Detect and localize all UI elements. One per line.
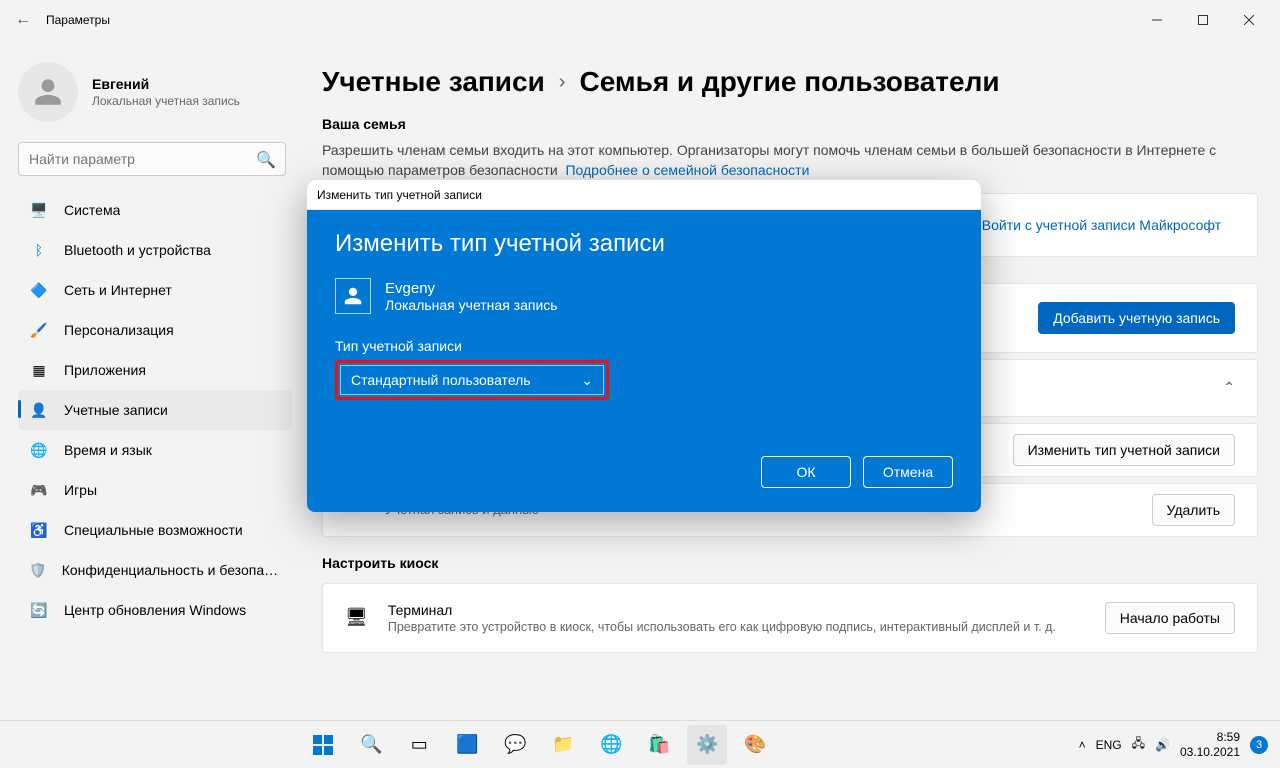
account-type-dropdown[interactable]: Стандартный пользователь ⌄	[340, 365, 604, 395]
time: 8:59	[1180, 730, 1240, 745]
user-avatar-icon	[18, 62, 78, 122]
maximize-button[interactable]	[1180, 5, 1226, 35]
shield-icon: 🛡️	[28, 561, 48, 579]
family-description: Разрешить членам семьи входить на этот к…	[322, 140, 1258, 181]
apps-icon: ▦	[28, 361, 50, 379]
sidebar: Евгений Локальная учетная запись 🔍 🖥️Сис…	[0, 40, 300, 720]
app-icon[interactable]: 🎨	[735, 725, 775, 765]
close-button[interactable]	[1226, 5, 1272, 35]
kiosk-start-button[interactable]: Начало работы	[1105, 602, 1235, 634]
network-icon: 🔷	[28, 281, 50, 299]
window-title: Параметры	[46, 13, 110, 27]
accessibility-icon: ♿	[28, 521, 50, 539]
sidebar-item-network[interactable]: 🔷Сеть и Интернет	[18, 270, 292, 310]
breadcrumb-parent[interactable]: Учетные записи	[322, 66, 545, 98]
language-indicator[interactable]: ENG	[1096, 738, 1122, 752]
kiosk-description: Превратите это устройство в киоск, чтобы…	[388, 620, 1105, 634]
sidebar-item-time-language[interactable]: 🌐Время и язык	[18, 430, 292, 470]
window-titlebar: ← Параметры	[0, 0, 1280, 40]
explorer-icon[interactable]: 📁	[543, 725, 583, 765]
date: 03.10.2021	[1180, 745, 1240, 760]
change-account-type-dialog: Изменить тип учетной записи Изменить тип…	[307, 180, 981, 512]
profile-block[interactable]: Евгений Локальная учетная запись	[18, 40, 292, 140]
globe-icon: 🌐	[28, 441, 50, 459]
kiosk-title: Терминал	[388, 602, 1105, 618]
start-button[interactable]	[303, 725, 343, 765]
system-tray: ˄ ENG 🖧 🔊 8:59 03.10.2021 3	[1079, 730, 1280, 760]
dialog-window-title: Изменить тип учетной записи	[317, 188, 482, 202]
search-input[interactable]	[18, 142, 286, 176]
account-type-label: Тип учетной записи	[335, 338, 953, 354]
taskbar: 🔍 ▭ 🟦 💬 📁 🌐 🛍️ ⚙️ 🎨 ˄ ENG 🖧 🔊 8:59 03.10…	[0, 720, 1280, 768]
kiosk-card: 🖥 Терминал Превратите это устройство в к…	[322, 583, 1258, 653]
dialog-user-block: Evgeny Локальная учетная запись	[335, 278, 953, 314]
network-tray-icon[interactable]: 🖧	[1132, 734, 1145, 755]
chat-icon[interactable]: 💬	[495, 725, 535, 765]
chevron-down-icon: ⌄	[581, 372, 593, 389]
profile-subtitle: Локальная учетная запись	[92, 94, 240, 108]
dialog-ok-button[interactable]: ОК	[761, 456, 851, 488]
signin-ms-account-link[interactable]: Войти с учетной записи Майкрософт	[968, 210, 1235, 240]
delete-account-button[interactable]: Удалить	[1152, 494, 1235, 526]
minimize-button[interactable]	[1134, 5, 1180, 35]
sidebar-item-update[interactable]: 🔄Центр обновления Windows	[18, 590, 292, 630]
clock[interactable]: 8:59 03.10.2021	[1180, 730, 1240, 760]
change-account-type-button[interactable]: Изменить тип учетной записи	[1013, 434, 1235, 466]
add-account-button[interactable]: Добавить учетную запись	[1038, 302, 1235, 334]
sidebar-item-personalization[interactable]: 🖌️Персонализация	[18, 310, 292, 350]
family-heading: Ваша семья	[322, 116, 1258, 132]
kiosk-heading: Настроить киоск	[322, 555, 1258, 571]
back-button[interactable]: ←	[8, 11, 38, 29]
widgets-icon[interactable]: 🟦	[447, 725, 487, 765]
sidebar-item-accounts[interactable]: 👤Учетные записи	[18, 390, 292, 430]
profile-name: Евгений	[92, 76, 240, 92]
dialog-titlebar: Изменить тип учетной записи	[307, 180, 981, 210]
dialog-user-icon	[335, 278, 371, 314]
sidebar-item-gaming[interactable]: 🎮Игры	[18, 470, 292, 510]
chevron-up-icon: ⌃	[1223, 379, 1235, 396]
task-view-icon[interactable]: ▭	[399, 725, 439, 765]
taskbar-search-icon[interactable]: 🔍	[351, 725, 391, 765]
account-type-selected: Стандартный пользователь	[351, 372, 531, 388]
sidebar-item-privacy[interactable]: 🛡️Конфиденциальность и безопасность	[18, 550, 292, 590]
kiosk-icon: 🖥	[345, 607, 368, 628]
tray-chevron-up-icon[interactable]: ˄	[1079, 738, 1086, 752]
breadcrumb: Учетные записи › Семья и другие пользова…	[322, 66, 1258, 98]
store-icon[interactable]: 🛍️	[639, 725, 679, 765]
dialog-heading: Изменить тип учетной записи	[335, 230, 953, 258]
sidebar-item-bluetooth[interactable]: ᛒBluetooth и устройства	[18, 230, 292, 270]
bluetooth-icon: ᛒ	[28, 241, 50, 259]
settings-taskbar-icon[interactable]: ⚙️	[687, 725, 727, 765]
system-icon: 🖥️	[28, 201, 50, 219]
search-icon: 🔍	[256, 150, 276, 170]
update-icon: 🔄	[28, 601, 50, 619]
brush-icon: 🖌️	[28, 321, 50, 339]
chevron-right-icon: ›	[559, 71, 566, 94]
breadcrumb-current: Семья и другие пользователи	[579, 66, 999, 98]
search-box[interactable]: 🔍	[18, 142, 286, 176]
dialog-user-subtitle: Локальная учетная запись	[385, 297, 558, 313]
sidebar-item-apps[interactable]: ▦Приложения	[18, 350, 292, 390]
family-safety-link[interactable]: Подробнее о семейной безопасности	[565, 162, 809, 178]
dialog-user-name: Evgeny	[385, 280, 558, 297]
accounts-icon: 👤	[28, 401, 50, 419]
highlight-box: Стандартный пользователь ⌄	[335, 360, 609, 400]
notification-badge[interactable]: 3	[1250, 736, 1268, 754]
edge-icon[interactable]: 🌐	[591, 725, 631, 765]
sidebar-item-accessibility[interactable]: ♿Специальные возможности	[18, 510, 292, 550]
gamepad-icon: 🎮	[28, 481, 50, 499]
dialog-cancel-button[interactable]: Отмена	[863, 456, 953, 488]
volume-tray-icon[interactable]: 🔊	[1155, 738, 1170, 752]
sidebar-item-system[interactable]: 🖥️Система	[18, 190, 292, 230]
